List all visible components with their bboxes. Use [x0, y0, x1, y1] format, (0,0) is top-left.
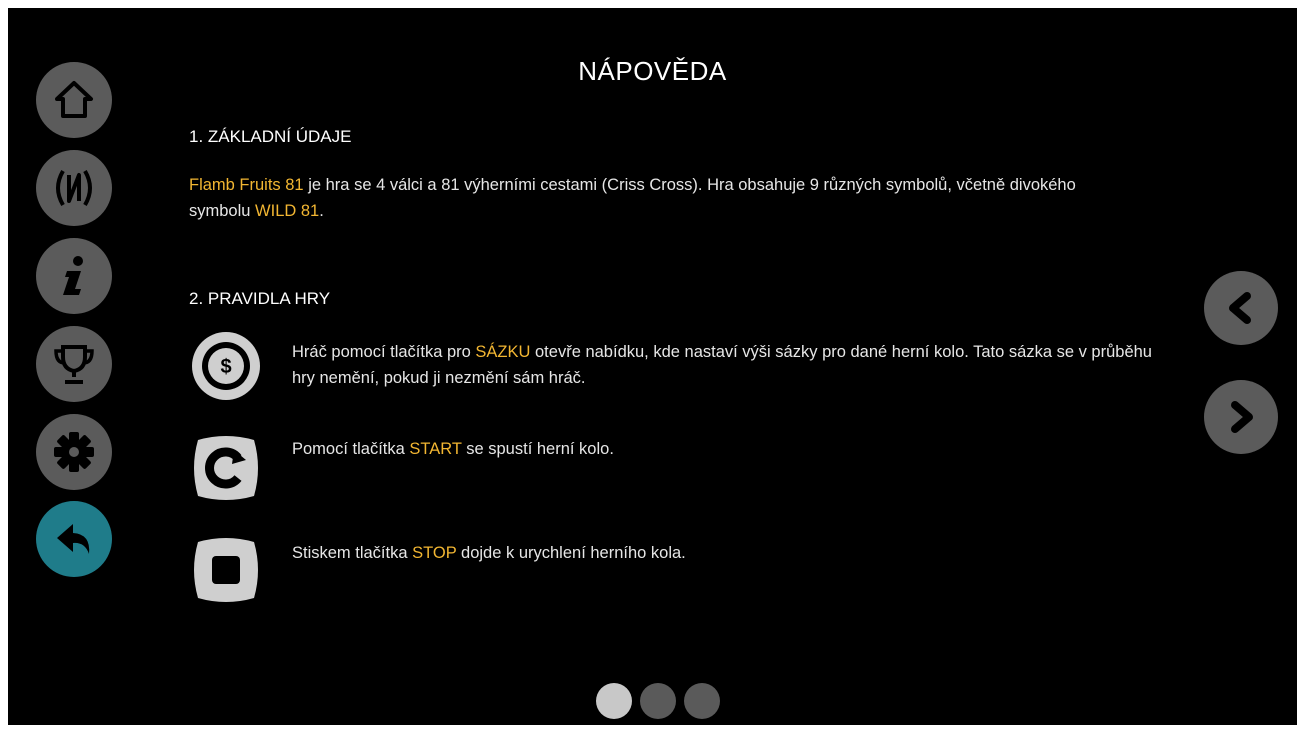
chevron-right-icon [1231, 401, 1253, 433]
info-icon [63, 256, 83, 295]
paytable-button[interactable] [36, 150, 112, 226]
game-name: Flamb Fruits 81 [189, 176, 304, 194]
basic-info-text: Flamb Fruits 81 je hra se 4 válci a 81 v… [189, 172, 1089, 224]
page-title: NÁPOVĚDA [578, 56, 727, 86]
section-heading-rules: 2. PRAVIDLA HRY [189, 289, 331, 308]
back-arrow-icon [57, 524, 90, 554]
rule-text-pre: Stiskem tlačítka [292, 544, 413, 562]
next-page-button[interactable] [1204, 380, 1278, 454]
info-button[interactable] [36, 238, 112, 314]
settings-button[interactable] [36, 414, 112, 490]
coin-bet-icon: $ [192, 332, 260, 400]
section-heading-basic-info: 1. ZÁKLADNÍ ÚDAJE [189, 127, 352, 146]
settings-icon [54, 432, 94, 472]
trophy-button[interactable] [36, 326, 112, 402]
svg-text:$: $ [220, 356, 231, 378]
rule-key-start: START [409, 440, 462, 458]
rule-text-start: Pomocí tlačítka START se spustí herní ko… [292, 436, 1152, 462]
start-spin-icon [194, 436, 258, 500]
rule-text-stop: Stiskem tlačítka STOP dojde k urychlení … [292, 540, 1152, 566]
rule-text-pre: Hráč pomocí tlačítka pro [292, 343, 476, 361]
rule-icon-bet: $ [190, 330, 262, 402]
wild-symbol-name: WILD 81 [255, 202, 320, 220]
trophy-icon [54, 345, 94, 384]
rule-icon-start [190, 432, 262, 504]
rule-text-post: dojde k urychlení herního kola. [456, 544, 686, 562]
page-dot-2[interactable] [640, 683, 676, 719]
rule-text-bet: Hráč pomocí tlačítka pro SÁZKU otevře na… [292, 339, 1152, 391]
rule-text-pre: Pomocí tlačítka [292, 440, 410, 458]
rule-icon-stop [190, 534, 262, 606]
chevron-left-icon [1229, 292, 1251, 324]
stop-icon [194, 538, 258, 602]
rule-key-bet: SÁZKU [475, 343, 531, 361]
rule-key-stop: STOP [412, 544, 457, 562]
basic-info-text-b: . [319, 202, 324, 220]
previous-page-button[interactable] [1204, 271, 1278, 345]
back-button[interactable] [36, 501, 112, 577]
paytable-icon [56, 169, 92, 207]
page-dot-3[interactable] [684, 683, 720, 719]
page-dot-1[interactable] [596, 683, 632, 719]
rule-text-post: se spustí herní kolo. [461, 440, 614, 458]
